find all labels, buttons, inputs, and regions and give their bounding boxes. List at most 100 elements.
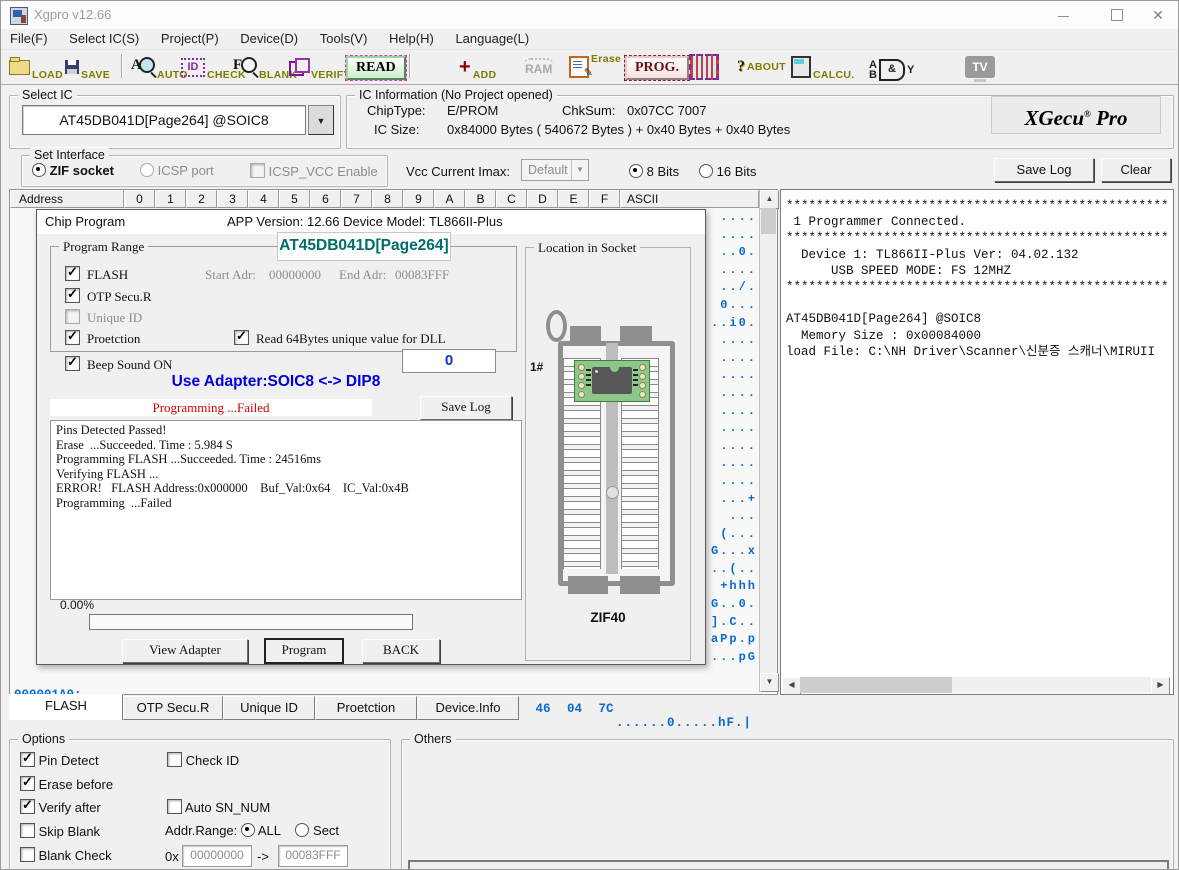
ic-combobox[interactable]: AT45DB041D[Page264] @SOIC8 bbox=[22, 105, 306, 135]
otp-checkbox[interactable]: OTP Secu.R bbox=[65, 288, 152, 305]
zif-socket-radio[interactable]: ZIF socket bbox=[32, 163, 114, 178]
close-button[interactable]: ✕ bbox=[1136, 1, 1179, 29]
log-line bbox=[786, 295, 1168, 311]
beep-checkbox[interactable]: Beep Sound ON bbox=[65, 356, 172, 373]
vcc-imax-select[interactable]: Default ▼ bbox=[521, 159, 589, 181]
program-range-legend: Program Range bbox=[59, 239, 148, 255]
socket-position-label: 1# bbox=[530, 360, 543, 374]
hex-column-header: A bbox=[434, 190, 465, 208]
ascii-strip-row: .... bbox=[707, 474, 757, 492]
verify-after-checkbox[interactable]: Verify after bbox=[20, 799, 101, 815]
logic-gate-button[interactable]: AB & Y bbox=[869, 56, 914, 84]
chip-program-dialog: Chip Program APP Version: 12.66 Device M… bbox=[36, 209, 706, 665]
back-button[interactable]: BACK bbox=[362, 639, 440, 663]
view-adapter-button[interactable]: View Adapter bbox=[122, 639, 248, 663]
calculator-icon bbox=[791, 56, 811, 78]
scrollbar-thumb[interactable] bbox=[761, 208, 776, 234]
menu-tools[interactable]: Tools(V) bbox=[311, 29, 377, 48]
icsp-vcc-checkbox[interactable]: ICSP_VCC Enable bbox=[250, 163, 378, 179]
read64-checkbox[interactable]: Read 64Bytes unique value for DLL bbox=[234, 330, 446, 347]
tv-button[interactable]: TV bbox=[965, 53, 995, 81]
minimize-button[interactable] bbox=[1041, 1, 1085, 29]
dialog-log-line: Verifying FLASH ... bbox=[56, 467, 516, 482]
erase-before-checkbox[interactable]: Erase before bbox=[20, 776, 113, 792]
window-title: Xgpro v12.66 bbox=[34, 7, 111, 22]
addr-sect-radio[interactable]: Sect bbox=[295, 823, 339, 838]
about-button[interactable]: ? ABOUT bbox=[737, 53, 786, 81]
dialog-log-line: Programming ...Failed bbox=[56, 496, 516, 511]
ic-combobox-dropdown-button[interactable]: ▼ bbox=[308, 105, 334, 135]
erase-button[interactable]: ✎ Erase bbox=[569, 53, 621, 81]
blank-check-checkbox[interactable]: Blank Check bbox=[20, 847, 112, 863]
blank-button[interactable]: F BLANK bbox=[233, 53, 297, 81]
pin-detect-checkbox[interactable]: Pin Detect bbox=[20, 752, 99, 768]
chip-type-label: ChipType: bbox=[367, 103, 426, 118]
app-icon bbox=[10, 7, 28, 25]
progress-bar bbox=[89, 614, 413, 630]
menu-file[interactable]: File(F) bbox=[1, 29, 57, 48]
log-horizontal-scrollbar[interactable]: ◀ ▶ bbox=[782, 677, 1170, 693]
calcu-button[interactable]: CALCU. bbox=[791, 53, 854, 81]
menu-device[interactable]: Device(D) bbox=[231, 29, 307, 48]
chip-test-button[interactable] bbox=[689, 53, 719, 81]
prog-button[interactable]: PROG. bbox=[625, 54, 689, 82]
scroll-left-button[interactable]: ◀ bbox=[782, 677, 801, 695]
tab-flash[interactable]: FLASH bbox=[9, 694, 123, 720]
hex-prefix-label: 0x bbox=[165, 849, 179, 864]
scroll-up-button[interactable]: ▲ bbox=[760, 190, 779, 209]
auto-button[interactable]: A AUTO bbox=[131, 53, 188, 81]
xgecu-pro-logo: XGecu® Pro bbox=[991, 96, 1161, 134]
flash-checkbox[interactable]: FLASH bbox=[65, 266, 128, 283]
read-button[interactable]: READ bbox=[346, 54, 406, 82]
checkbox-icon bbox=[250, 163, 265, 178]
skip-blank-checkbox[interactable]: Skip Blank bbox=[20, 823, 100, 839]
checkbox-icon bbox=[65, 330, 80, 345]
load-button[interactable]: LOAD bbox=[9, 53, 63, 81]
hex-vertical-scrollbar[interactable]: ▲ ▼ bbox=[759, 190, 777, 692]
scrollbar-thumb[interactable] bbox=[800, 677, 952, 693]
menu-select-ic[interactable]: Select IC(S) bbox=[60, 29, 148, 48]
dialog-log: Pins Detected Passed!Erase ...Succeeded.… bbox=[50, 420, 522, 600]
range-start-field[interactable]: 00000000 bbox=[182, 845, 252, 867]
maximize-button[interactable] bbox=[1095, 1, 1139, 29]
checkbox-icon bbox=[65, 266, 80, 281]
dialog-title: Chip Program bbox=[45, 214, 125, 229]
verify-label: VERIFY bbox=[311, 69, 351, 81]
clear-button[interactable]: Clear bbox=[1101, 158, 1171, 182]
menu-language[interactable]: Language(L) bbox=[446, 29, 538, 48]
verify-button[interactable]: VERIFY bbox=[289, 53, 351, 81]
addr-range-row: Addr.Range: ALL Sect bbox=[165, 823, 339, 838]
hex-data-row[interactable]: 000001A0: 00 00 00 00 08 A9 30 00 F1 B5 … bbox=[10, 674, 758, 692]
check-id-checkbox[interactable]: Check ID bbox=[167, 752, 239, 768]
dialog-save-log-button[interactable]: Save Log bbox=[420, 396, 512, 420]
protection-checkbox[interactable]: Proetction bbox=[65, 330, 140, 347]
menu-help[interactable]: Help(H) bbox=[380, 29, 443, 48]
add-button[interactable]: + ADD bbox=[459, 53, 496, 81]
bits8-radio[interactable]: 8 Bits bbox=[629, 164, 679, 179]
start-adr-value: 00000000 bbox=[269, 267, 321, 283]
tab-unique-id[interactable]: Unique ID bbox=[223, 696, 315, 720]
addr-all-radio[interactable]: ALL bbox=[241, 823, 281, 838]
unique-id-checkbox[interactable]: Unique ID bbox=[65, 309, 142, 326]
tab-device-info[interactable]: Device.Info bbox=[417, 696, 519, 720]
log-line: ****************************************… bbox=[786, 198, 1168, 214]
ram-button[interactable]: RAM bbox=[523, 53, 554, 81]
auto-sn-checkbox[interactable]: Auto SN_NUM bbox=[167, 799, 270, 815]
bits16-radio[interactable]: 16 Bits bbox=[699, 164, 756, 179]
save-button[interactable]: SAVE bbox=[65, 53, 110, 81]
icsp-port-radio[interactable]: ICSP port bbox=[140, 163, 214, 178]
program-button[interactable]: Program bbox=[265, 639, 343, 663]
checkbox-icon bbox=[20, 847, 35, 862]
ascii-strip-row: .... bbox=[707, 351, 757, 369]
ascii-strip-row: .... bbox=[707, 421, 757, 439]
tab-otp-secur[interactable]: OTP Secu.R bbox=[123, 696, 223, 720]
scroll-down-button[interactable]: ▼ bbox=[760, 673, 779, 692]
save-log-button[interactable]: Save Log bbox=[994, 158, 1094, 182]
tab-protection[interactable]: Proetction bbox=[315, 696, 417, 720]
range-end-field[interactable]: 00083FFF bbox=[278, 845, 348, 867]
scroll-right-button[interactable]: ▶ bbox=[1151, 677, 1170, 695]
set-interface-legend: Set Interface bbox=[30, 148, 109, 162]
location-in-socket-group: Location in Socket 1# ZIF40 bbox=[525, 247, 691, 661]
menu-project[interactable]: Project(P) bbox=[152, 29, 228, 48]
soic8-chip-icon bbox=[592, 367, 632, 394]
